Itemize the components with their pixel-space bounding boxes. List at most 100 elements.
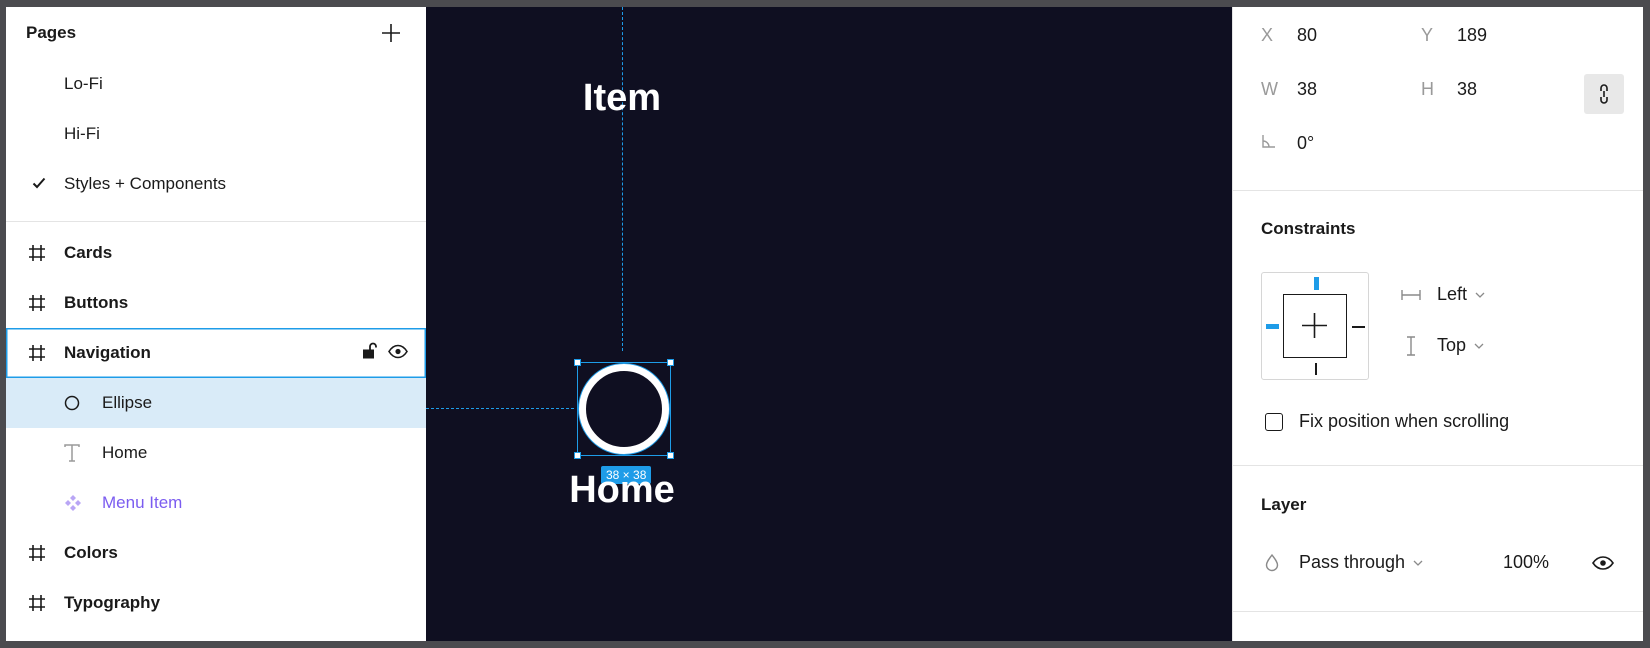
constraint-left[interactable] (1266, 324, 1279, 329)
plus-icon (382, 24, 400, 42)
frame-icon (28, 244, 46, 262)
opacity-field[interactable]: 100% (1503, 552, 1549, 573)
horizontal-constraint-dropdown[interactable]: Left (1401, 284, 1485, 305)
component-icon (64, 494, 82, 512)
layer-label: Cards (64, 243, 113, 262)
h-value[interactable]: 38 (1457, 79, 1477, 100)
y-value[interactable]: 189 (1457, 25, 1487, 46)
rotation-field[interactable]: 0° (1261, 133, 1314, 154)
layer-typography[interactable]: Typography (6, 578, 426, 628)
frame-icon (28, 594, 46, 612)
layer-title: Layer (1261, 495, 1307, 514)
blend-mode-dropdown[interactable]: Pass through (1265, 552, 1423, 573)
selected-ellipse[interactable] (574, 359, 674, 459)
constraints-widget[interactable] (1261, 272, 1369, 380)
layer-actions (362, 342, 408, 365)
add-page-button[interactable] (378, 20, 404, 46)
layers-list: Cards Buttons Navigation Ellipse Home Me… (6, 222, 426, 628)
section-divider (1233, 465, 1643, 466)
resize-handle-top-left[interactable] (574, 359, 581, 366)
pages-header: Pages (6, 7, 426, 59)
horizontal-constraint-icon (1401, 289, 1421, 300)
constraint-bottom[interactable] (1315, 363, 1317, 375)
blend-mode-icon (1265, 553, 1279, 571)
resize-handle-bottom-right[interactable] (667, 452, 674, 459)
layer-label: Home (102, 443, 148, 462)
page-item-hi-fi[interactable]: Hi-Fi (6, 109, 426, 159)
constraint-right[interactable] (1352, 326, 1365, 328)
design-canvas[interactable]: Item 38 × 38 Home (426, 7, 1232, 641)
layer-home[interactable]: Home (6, 428, 426, 478)
page-item-styles-components[interactable]: Styles + Components (6, 159, 426, 209)
chevron-down-icon (1475, 292, 1485, 298)
eye-icon[interactable] (388, 343, 408, 363)
layer-visibility-toggle[interactable] (1592, 556, 1614, 570)
constraints-inner-box (1283, 294, 1347, 358)
ellipse-shape[interactable] (579, 364, 669, 454)
frame-icon (28, 544, 46, 562)
x-field[interactable]: X 80 (1261, 25, 1317, 46)
layer-ellipse[interactable]: Ellipse (6, 378, 426, 428)
vertical-constraint-value: Top (1437, 335, 1467, 355)
canvas-text-home[interactable]: Home (522, 469, 722, 512)
chevron-down-icon (1474, 343, 1484, 349)
layer-menu-item[interactable]: Menu Item (6, 478, 426, 528)
layer-cards[interactable]: Cards (6, 228, 426, 278)
rotation-value[interactable]: 0° (1297, 133, 1314, 154)
h-field[interactable]: H 38 (1421, 79, 1477, 100)
text-icon (64, 444, 80, 462)
layer-navigation[interactable]: Navigation (6, 328, 426, 378)
unlock-icon[interactable] (362, 342, 378, 365)
layer-label: Ellipse (102, 393, 153, 412)
app-window: Pages Lo-Fi Hi-Fi Styles + Components Ca… (6, 7, 1643, 641)
chevron-down-icon (1413, 560, 1423, 566)
w-field[interactable]: W 38 (1261, 79, 1317, 100)
crosshair-icon (1302, 313, 1327, 338)
checkmark-icon (32, 174, 46, 194)
layer-label: Typography (64, 593, 161, 612)
canvas-text-item[interactable]: Item (522, 77, 722, 120)
left-sidebar: Pages Lo-Fi Hi-Fi Styles + Components Ca… (6, 7, 426, 641)
w-value[interactable]: 38 (1297, 79, 1317, 100)
y-field[interactable]: Y 189 (1421, 25, 1487, 46)
layer-label: Colors (64, 543, 118, 562)
page-label: Styles + Components (64, 174, 227, 193)
vertical-constraint-icon (1407, 335, 1415, 356)
constrain-proportions-button[interactable] (1584, 74, 1624, 114)
horizontal-constraint-value: Left (1437, 284, 1468, 304)
resize-handle-bottom-left[interactable] (574, 452, 581, 459)
link-icon (1600, 84, 1608, 104)
opacity-value[interactable]: 100% (1503, 552, 1549, 573)
blend-mode-value: Pass through (1299, 552, 1406, 572)
layer-colors[interactable]: Colors (6, 528, 426, 578)
frame-icon (28, 344, 46, 362)
layer-label: Menu Item (102, 493, 183, 512)
vertical-constraint-dropdown[interactable]: Top (1401, 335, 1484, 356)
constraint-top[interactable] (1314, 277, 1319, 290)
fix-position-label: Fix position when scrolling (1299, 411, 1510, 431)
fix-position-checkbox[interactable] (1265, 412, 1283, 431)
page-label: Lo-Fi (64, 74, 103, 93)
resize-handle-top-right[interactable] (667, 359, 674, 366)
fix-position-row[interactable]: Fix position when scrolling (1265, 411, 1509, 432)
rotation-icon (1261, 133, 1297, 154)
eye-icon (1592, 556, 1614, 570)
h-label: H (1421, 79, 1434, 99)
page-label: Hi-Fi (64, 124, 100, 143)
properties-panel: X 80 Y 189 W 38 H 38 0° Constraints Left… (1232, 7, 1643, 641)
constraints-title: Constraints (1261, 219, 1356, 238)
y-label: Y (1421, 25, 1434, 45)
frame-icon (28, 294, 46, 312)
w-label: W (1261, 79, 1278, 99)
page-item-lo-fi[interactable]: Lo-Fi (6, 59, 426, 109)
section-divider (1233, 611, 1643, 612)
layer-label: Navigation (64, 343, 151, 362)
pages-title: Pages (26, 23, 77, 42)
x-label: X (1261, 25, 1274, 45)
horizontal-guide (426, 408, 574, 409)
section-divider (1233, 190, 1643, 191)
layer-buttons[interactable]: Buttons (6, 278, 426, 328)
x-value[interactable]: 80 (1297, 25, 1317, 46)
layer-label: Buttons (64, 293, 129, 312)
vertical-guide (622, 7, 623, 351)
